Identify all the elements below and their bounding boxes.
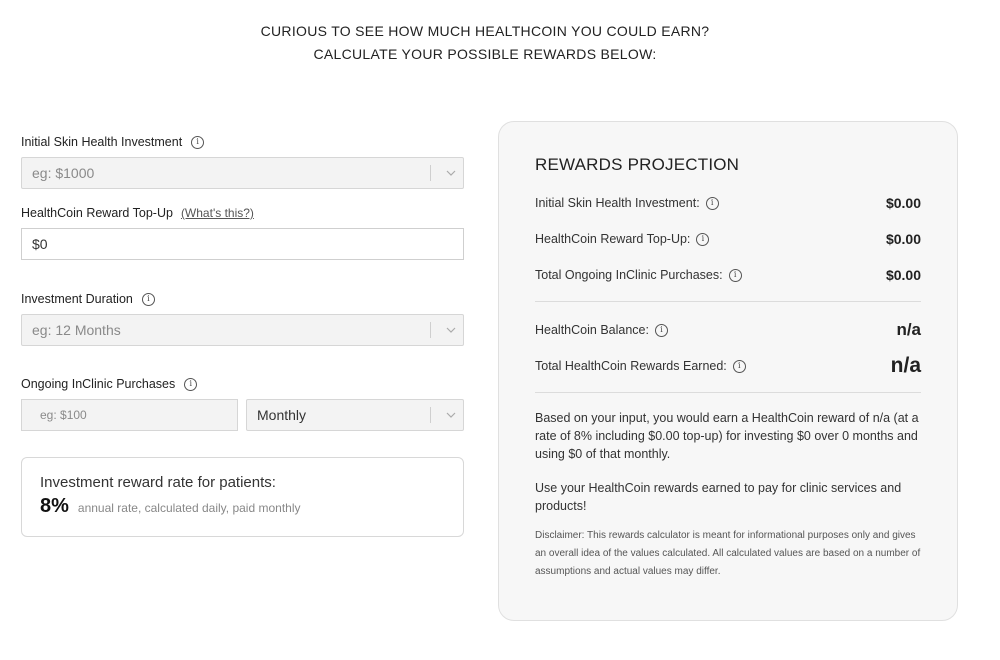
projection-value: $0.00 [885, 267, 921, 283]
duration-group: Investment Duration i eg: 12 Months [21, 291, 464, 346]
projection-title: REWARDS PROJECTION [535, 155, 740, 174]
projection-row-balance: HealthCoin Balance: i n/a [535, 312, 921, 348]
projection-use-text: Use your HealthCoin rewards earned to pa… [535, 481, 902, 513]
initial-investment-select[interactable]: eg: $1000 [21, 157, 464, 189]
topup-label: HealthCoin Reward Top-Up [21, 206, 173, 220]
disclaimer: Disclaimer: This rewards calculator is m… [535, 530, 921, 577]
info-icon[interactable]: i [728, 268, 742, 282]
projection-value: $0.00 [885, 231, 921, 247]
info-icon[interactable]: i [705, 196, 719, 210]
projection-label: HealthCoin Reward Top-Up: [535, 232, 691, 246]
projection-row-topup: HealthCoin Reward Top-Up: i $0.00 [535, 221, 921, 257]
rate-description: annual rate, calculated daily, paid mont… [77, 501, 301, 515]
purchases-label: Ongoing InClinic Purchases [21, 377, 176, 391]
duration-select[interactable]: eg: 12 Months [21, 314, 464, 346]
earned-value: n/a [890, 354, 921, 377]
reward-rate-card: Investment reward rate for patients: 8% … [21, 457, 464, 537]
initial-investment-placeholder: eg: $1000 [32, 165, 95, 181]
chevron-down-icon[interactable] [439, 327, 463, 333]
purchases-group: Ongoing InClinic Purchases i eg: $100 Mo… [21, 376, 464, 431]
page-heading: CURIOUS TO SEE HOW MUCH HEALTHCOIN YOU C… [0, 20, 970, 66]
projection-row-earned: Total HealthCoin Rewards Earned: i n/a [535, 348, 921, 384]
rate-card-title: Investment reward rate for patients: [40, 474, 276, 491]
earned-label: Total HealthCoin Rewards Earned: [535, 359, 727, 373]
projection-label: Initial Skin Health Investment: [535, 196, 700, 210]
topup-input[interactable]: $0 [21, 228, 464, 260]
info-icon[interactable]: i [654, 323, 668, 337]
heading-line-2: CALCULATE YOUR POSSIBLE REWARDS BELOW: [313, 46, 657, 62]
info-icon[interactable]: i [191, 135, 205, 149]
info-icon[interactable]: i [141, 292, 155, 306]
info-icon[interactable]: i [184, 377, 198, 391]
projection-value: $0.00 [885, 195, 921, 211]
initial-investment-group: Initial Skin Health Investment i eg: $10… [21, 134, 464, 189]
rate-percent: 8% [40, 495, 69, 517]
duration-label: Investment Duration [21, 292, 133, 306]
projection-label: Total Ongoing InClinic Purchases: [535, 268, 723, 282]
whats-this-link[interactable]: (What's this?) [181, 206, 254, 220]
divider [535, 301, 921, 302]
rewards-projection-panel: REWARDS PROJECTION Initial Skin Health I… [498, 121, 958, 621]
topup-group: HealthCoin Reward Top-Up (What's this?) … [21, 205, 464, 260]
balance-value: n/a [896, 320, 921, 339]
purchases-frequency-select[interactable]: Monthly [246, 399, 464, 431]
divider [535, 392, 921, 393]
projection-row-initial: Initial Skin Health Investment: i $0.00 [535, 185, 921, 221]
purchases-amount-input[interactable]: eg: $100 [21, 399, 238, 431]
info-icon[interactable]: i [696, 232, 710, 246]
initial-investment-label: Initial Skin Health Investment [21, 135, 183, 149]
calculator-form: Initial Skin Health Investment i eg: $10… [21, 134, 464, 537]
duration-placeholder: eg: 12 Months [32, 322, 121, 338]
projection-row-purchases: Total Ongoing InClinic Purchases: i $0.00 [535, 257, 921, 293]
select-divider [430, 165, 431, 181]
heading-line-1: CURIOUS TO SEE HOW MUCH HEALTHCOIN YOU C… [260, 23, 710, 39]
select-divider [430, 407, 431, 423]
chevron-down-icon[interactable] [439, 170, 463, 176]
info-icon[interactable]: i [732, 359, 746, 373]
select-divider [430, 322, 431, 338]
projection-summary: Based on your input, you would earn a He… [535, 411, 919, 461]
balance-label: HealthCoin Balance: [535, 323, 649, 337]
chevron-down-icon[interactable] [439, 412, 463, 418]
purchases-frequency-value: Monthly [257, 407, 307, 423]
